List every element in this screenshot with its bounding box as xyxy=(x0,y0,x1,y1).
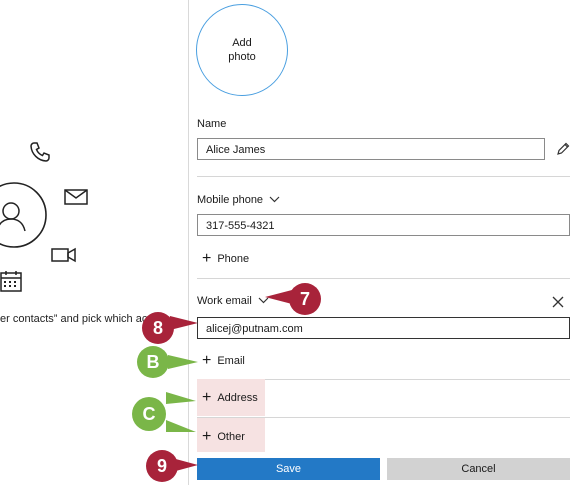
callout-8: 8 xyxy=(142,312,174,344)
callout-arrows xyxy=(166,290,292,472)
callout-c: C xyxy=(132,397,166,431)
callout-7: 7 xyxy=(289,283,321,315)
callout-9: 9 xyxy=(146,450,178,482)
callout-b: B xyxy=(137,346,169,378)
